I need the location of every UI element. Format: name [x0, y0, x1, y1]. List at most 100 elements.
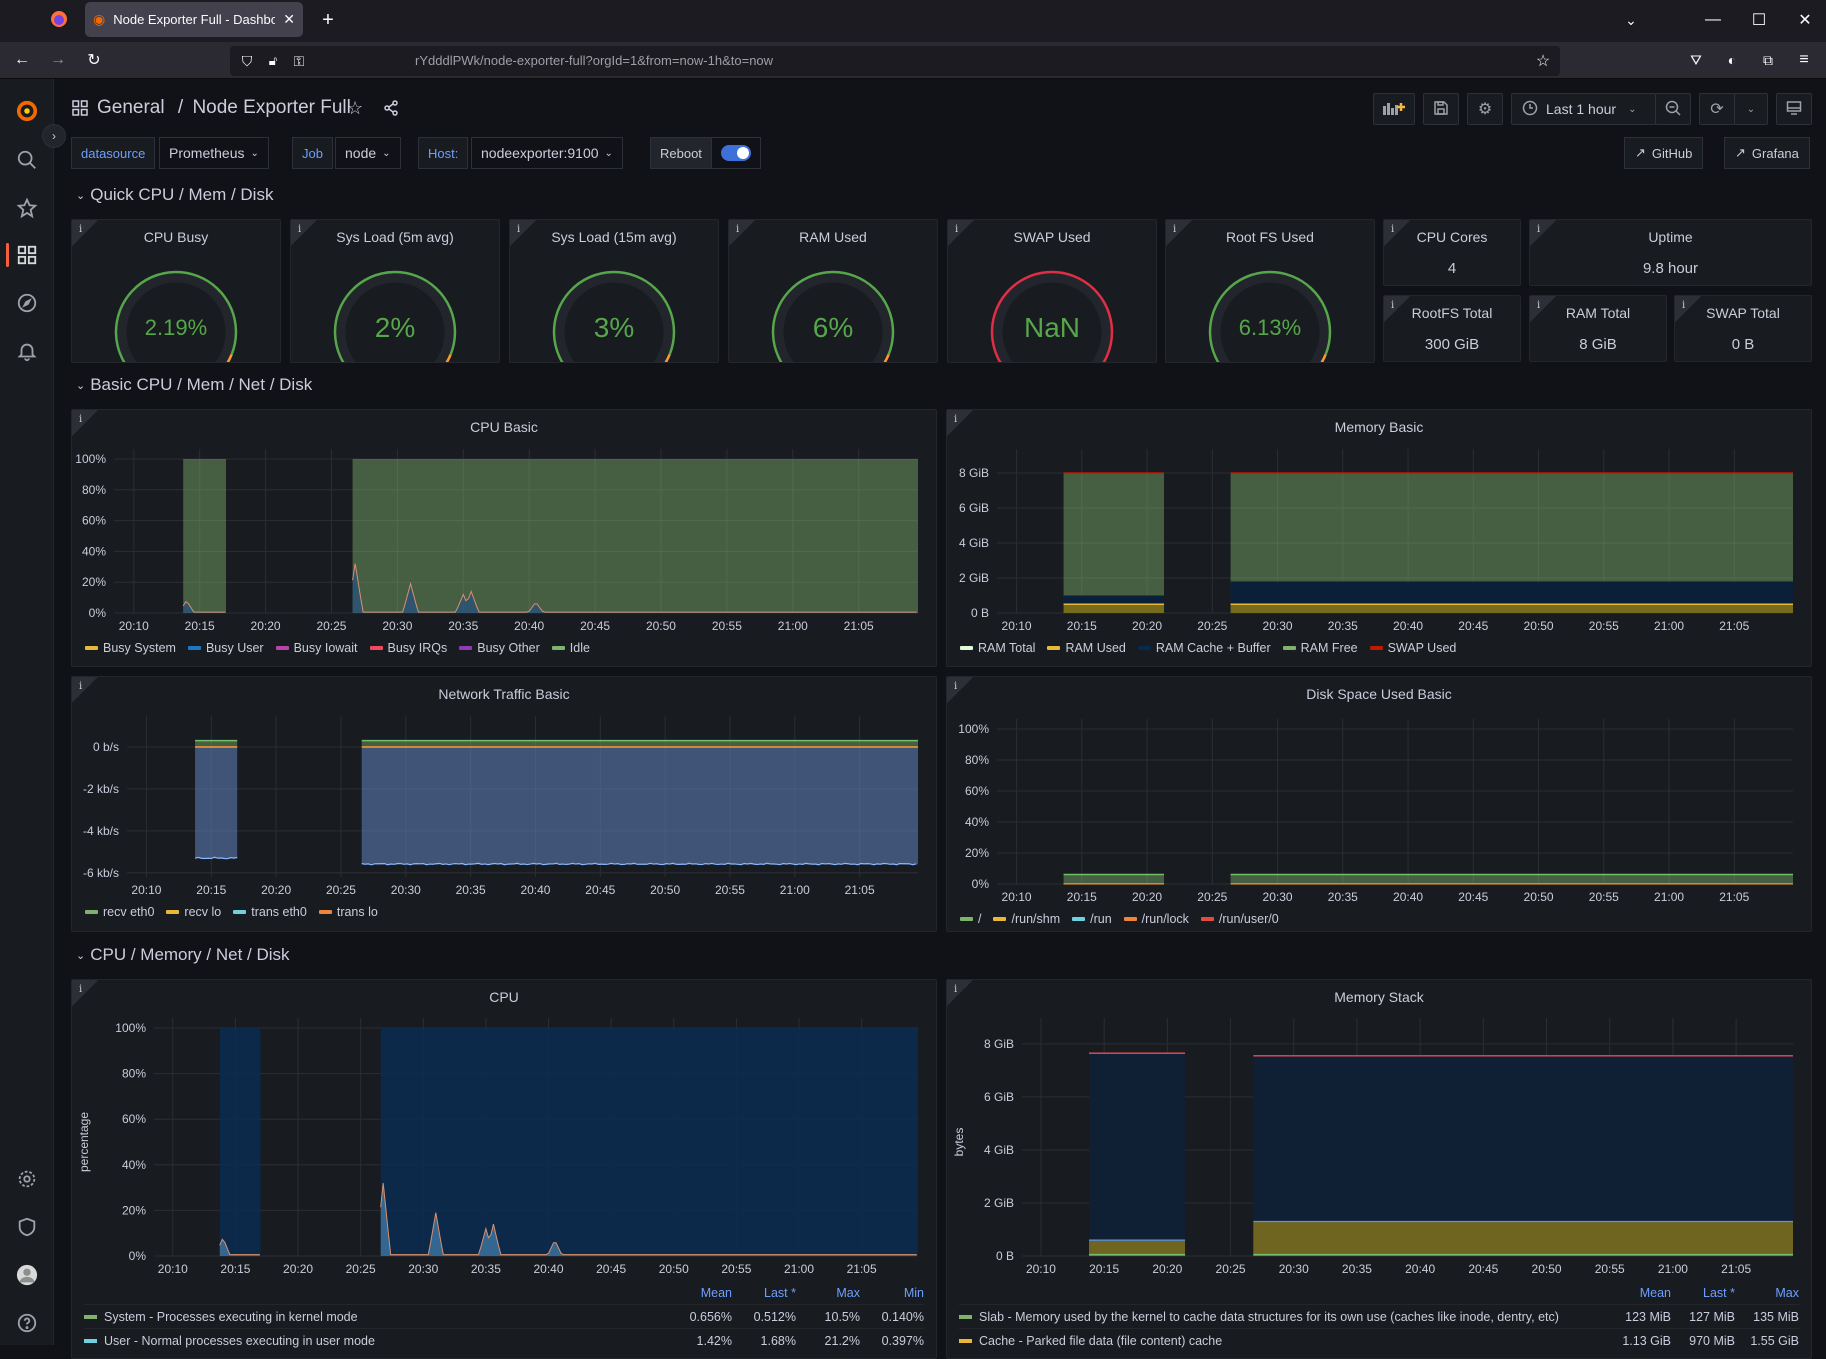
legend-item[interactable]: RAM Used: [1047, 641, 1126, 655]
gauge-panel[interactable]: i CPU Busy 2.19%: [71, 219, 281, 363]
explore-icon[interactable]: [13, 289, 41, 317]
legend-item[interactable]: trans lo: [318, 905, 378, 919]
legend-column-header[interactable]: Max: [796, 1286, 860, 1300]
legend-item[interactable]: Busy IRQs: [369, 641, 447, 655]
gauge-panel[interactable]: i SWAP Used NaN: [947, 219, 1157, 363]
gauge-panel[interactable]: i RAM Used 6%: [728, 219, 938, 363]
close-tab-icon[interactable]: ✕: [283, 11, 295, 28]
dashboard-title[interactable]: Node Exporter Full: [192, 97, 350, 118]
close-window-icon[interactable]: ✕: [1792, 8, 1818, 32]
panel-cpu-basic[interactable]: i CPU Basic 0% 20% 40% 60% 80% 100% 20:10 20:15 20…: [71, 409, 937, 667]
stat-panel-swap-total[interactable]: i SWAP Total 0 B: [1674, 295, 1812, 362]
legend-item[interactable]: RAM Cache + Buffer: [1137, 641, 1271, 655]
star-dashboard-icon[interactable]: ☆: [347, 98, 363, 119]
legend-item[interactable]: recv eth0: [85, 905, 154, 919]
zoom-out-time-button[interactable]: [1655, 93, 1691, 125]
stat-panel-uptime[interactable]: i Uptime 9.8 hour: [1529, 219, 1812, 286]
alerting-bell-icon[interactable]: [13, 337, 41, 365]
chart-canvas[interactable]: 0 B 2 GiB 4 GiB 6 GiB 8 GiB 20:10 20:15 20:20 20…: [947, 410, 1811, 666]
row-quick-cpu-mem-disk[interactable]: ⌄ Quick CPU / Mem / Disk: [76, 185, 273, 205]
legend-column-header[interactable]: Mean: [1607, 1286, 1671, 1300]
dashboard-settings-button[interactable]: ⚙: [1467, 93, 1503, 125]
stat-panel-ram-total[interactable]: i RAM Total 8 GiB: [1529, 295, 1667, 362]
cycle-view-mode-button[interactable]: [1776, 93, 1812, 125]
help-icon[interactable]: [13, 1309, 41, 1337]
chart-canvas[interactable]: 0% 20% 40% 60% 80% 100% 20:10 20:15 20:20 20:25 20…: [947, 677, 1811, 931]
gauge-panel[interactable]: i Sys Load (5m avg) 2%: [290, 219, 500, 363]
starred-icon[interactable]: [13, 194, 41, 222]
reload-icon[interactable]: ↻: [82, 48, 106, 72]
grafana-logo-icon[interactable]: [13, 97, 41, 125]
legend-column-header[interactable]: Mean: [668, 1286, 732, 1300]
legend-item[interactable]: /run/lock: [1123, 912, 1189, 926]
refresh-button[interactable]: ⟳: [1699, 93, 1735, 125]
legend-item[interactable]: Busy Iowait: [275, 641, 358, 655]
browser-tab-active[interactable]: ◉ Node Exporter Full - Dashboard ✕: [85, 2, 303, 37]
chart-canvas[interactable]: -6 kb/s -4 kb/s -2 kb/s 0 b/s 20:10 20:15 20:2…: [72, 677, 936, 931]
pocket-icon[interactable]: ⛛: [1684, 48, 1708, 72]
legend-row[interactable]: System - Processes executing in kernel m…: [84, 1304, 924, 1328]
legend-item[interactable]: Idle: [551, 641, 590, 655]
legend-item[interactable]: SWAP Used: [1369, 641, 1456, 655]
legend-item[interactable]: Busy System: [85, 641, 176, 655]
configuration-gear-icon[interactable]: [13, 1165, 41, 1193]
stat-panel-rootfs-total[interactable]: i RootFS Total 300 GiB: [1383, 295, 1521, 362]
new-tab-icon[interactable]: +: [316, 8, 340, 32]
time-picker-button[interactable]: Last 1 hour ⌄: [1511, 93, 1656, 125]
bookmark-star-icon[interactable]: ☆: [1532, 50, 1554, 72]
panel-network-traffic-basic[interactable]: i Network Traffic Basic -6 kb/s -4 kb/s -2 k…: [71, 676, 937, 932]
legend-item[interactable]: Busy Other: [459, 641, 540, 655]
legend-column-header[interactable]: Max: [1735, 1286, 1799, 1300]
legend-item[interactable]: /run: [1072, 912, 1112, 926]
breadcrumb-folder[interactable]: General: [97, 97, 165, 118]
legend-item[interactable]: /run/user/0: [1200, 912, 1279, 926]
search-icon[interactable]: [13, 146, 41, 174]
legend-item[interactable]: Busy User: [187, 641, 264, 655]
row-cpu-memory-net-disk[interactable]: ⌄ CPU / Memory / Net / Disk: [76, 945, 290, 965]
panel-disk-space-used-basic[interactable]: i Disk Space Used Basic 0% 20% 40% 60% 80% 100%…: [946, 676, 1812, 932]
legend-row[interactable]: Cache - Parked file data (file content) …: [959, 1328, 1799, 1352]
server-admin-shield-icon[interactable]: [13, 1213, 41, 1241]
panel-memory-basic[interactable]: i Memory Basic 0 B2 GiB 4 GiB 6 GiB 8 GiB 20:1…: [946, 409, 1812, 667]
legend-item[interactable]: recv lo: [166, 905, 221, 919]
panel-cpu[interactable]: i CPU 0% 20% 40% 60% 80% 100% 20:10 20:15 20:20 20:…: [71, 979, 937, 1359]
extensions-icon[interactable]: ⧉: [1756, 48, 1780, 72]
back-icon[interactable]: ←: [10, 48, 34, 72]
legend-column-header[interactable]: Last *: [732, 1286, 796, 1300]
key-icon[interactable]: ⚿: [288, 50, 310, 72]
share-dashboard-icon[interactable]: [383, 100, 399, 121]
forward-icon[interactable]: →: [46, 48, 70, 72]
user-avatar[interactable]: [13, 1261, 41, 1289]
tracking-shield-icon[interactable]: ⛉: [236, 50, 258, 72]
grafana-link-button[interactable]: ↗ Grafana: [1724, 137, 1810, 169]
variable-select-job[interactable]: node ⌄: [335, 137, 401, 169]
minimize-icon[interactable]: —: [1700, 8, 1726, 32]
extension-account-icon[interactable]: ◐: [1720, 48, 1744, 72]
legend-item[interactable]: trans eth0: [233, 905, 307, 919]
refresh-interval-dropdown[interactable]: ⌄: [1734, 93, 1768, 125]
legend-item[interactable]: RAM Free: [1282, 641, 1358, 655]
legend-column-header[interactable]: Min: [860, 1286, 924, 1300]
legend-item[interactable]: /run/shm: [993, 912, 1060, 926]
legend-row[interactable]: Slab - Memory used by the kernel to cach…: [959, 1304, 1799, 1328]
expand-sidebar-button[interactable]: ›: [42, 124, 66, 148]
stat-panel-cpu-cores[interactable]: i CPU Cores 4: [1383, 219, 1521, 286]
firefox-menu-icon[interactable]: [48, 8, 70, 30]
dashboards-icon[interactable]: [13, 241, 41, 269]
insecure-lock-icon[interactable]: 🔓︎: [262, 50, 284, 72]
maximize-icon[interactable]: ☐: [1746, 8, 1772, 32]
chart-canvas[interactable]: 0% 20% 40% 60% 80% 100% 20:10 20:15 20:20 20:25 20…: [72, 410, 936, 666]
github-link-button[interactable]: ↗ GitHub: [1624, 137, 1704, 169]
legend-column-header[interactable]: Last *: [1671, 1286, 1735, 1300]
add-panel-button[interactable]: [1373, 93, 1415, 125]
gauge-panel[interactable]: i Sys Load (15m avg) 3%: [509, 219, 719, 363]
variable-select-datasource[interactable]: Prometheus ⌄: [159, 137, 269, 169]
legend-item[interactable]: /: [960, 912, 981, 926]
variable-select-host[interactable]: nodeexporter:9100 ⌄: [471, 137, 623, 169]
legend-item[interactable]: RAM Total: [960, 641, 1035, 655]
gauge-panel[interactable]: i Root FS Used 6.13%: [1165, 219, 1375, 363]
list-tabs-icon[interactable]: ⌄: [1618, 8, 1644, 32]
save-dashboard-button[interactable]: [1423, 93, 1459, 125]
panel-memory-stack[interactable]: i Memory Stack 0 B2 GiB 4 GiB 6 GiB 8 GiB 20:1…: [946, 979, 1812, 1359]
row-basic-cpu-mem-net-disk[interactable]: ⌄ Basic CPU / Mem / Net / Disk: [76, 375, 312, 395]
